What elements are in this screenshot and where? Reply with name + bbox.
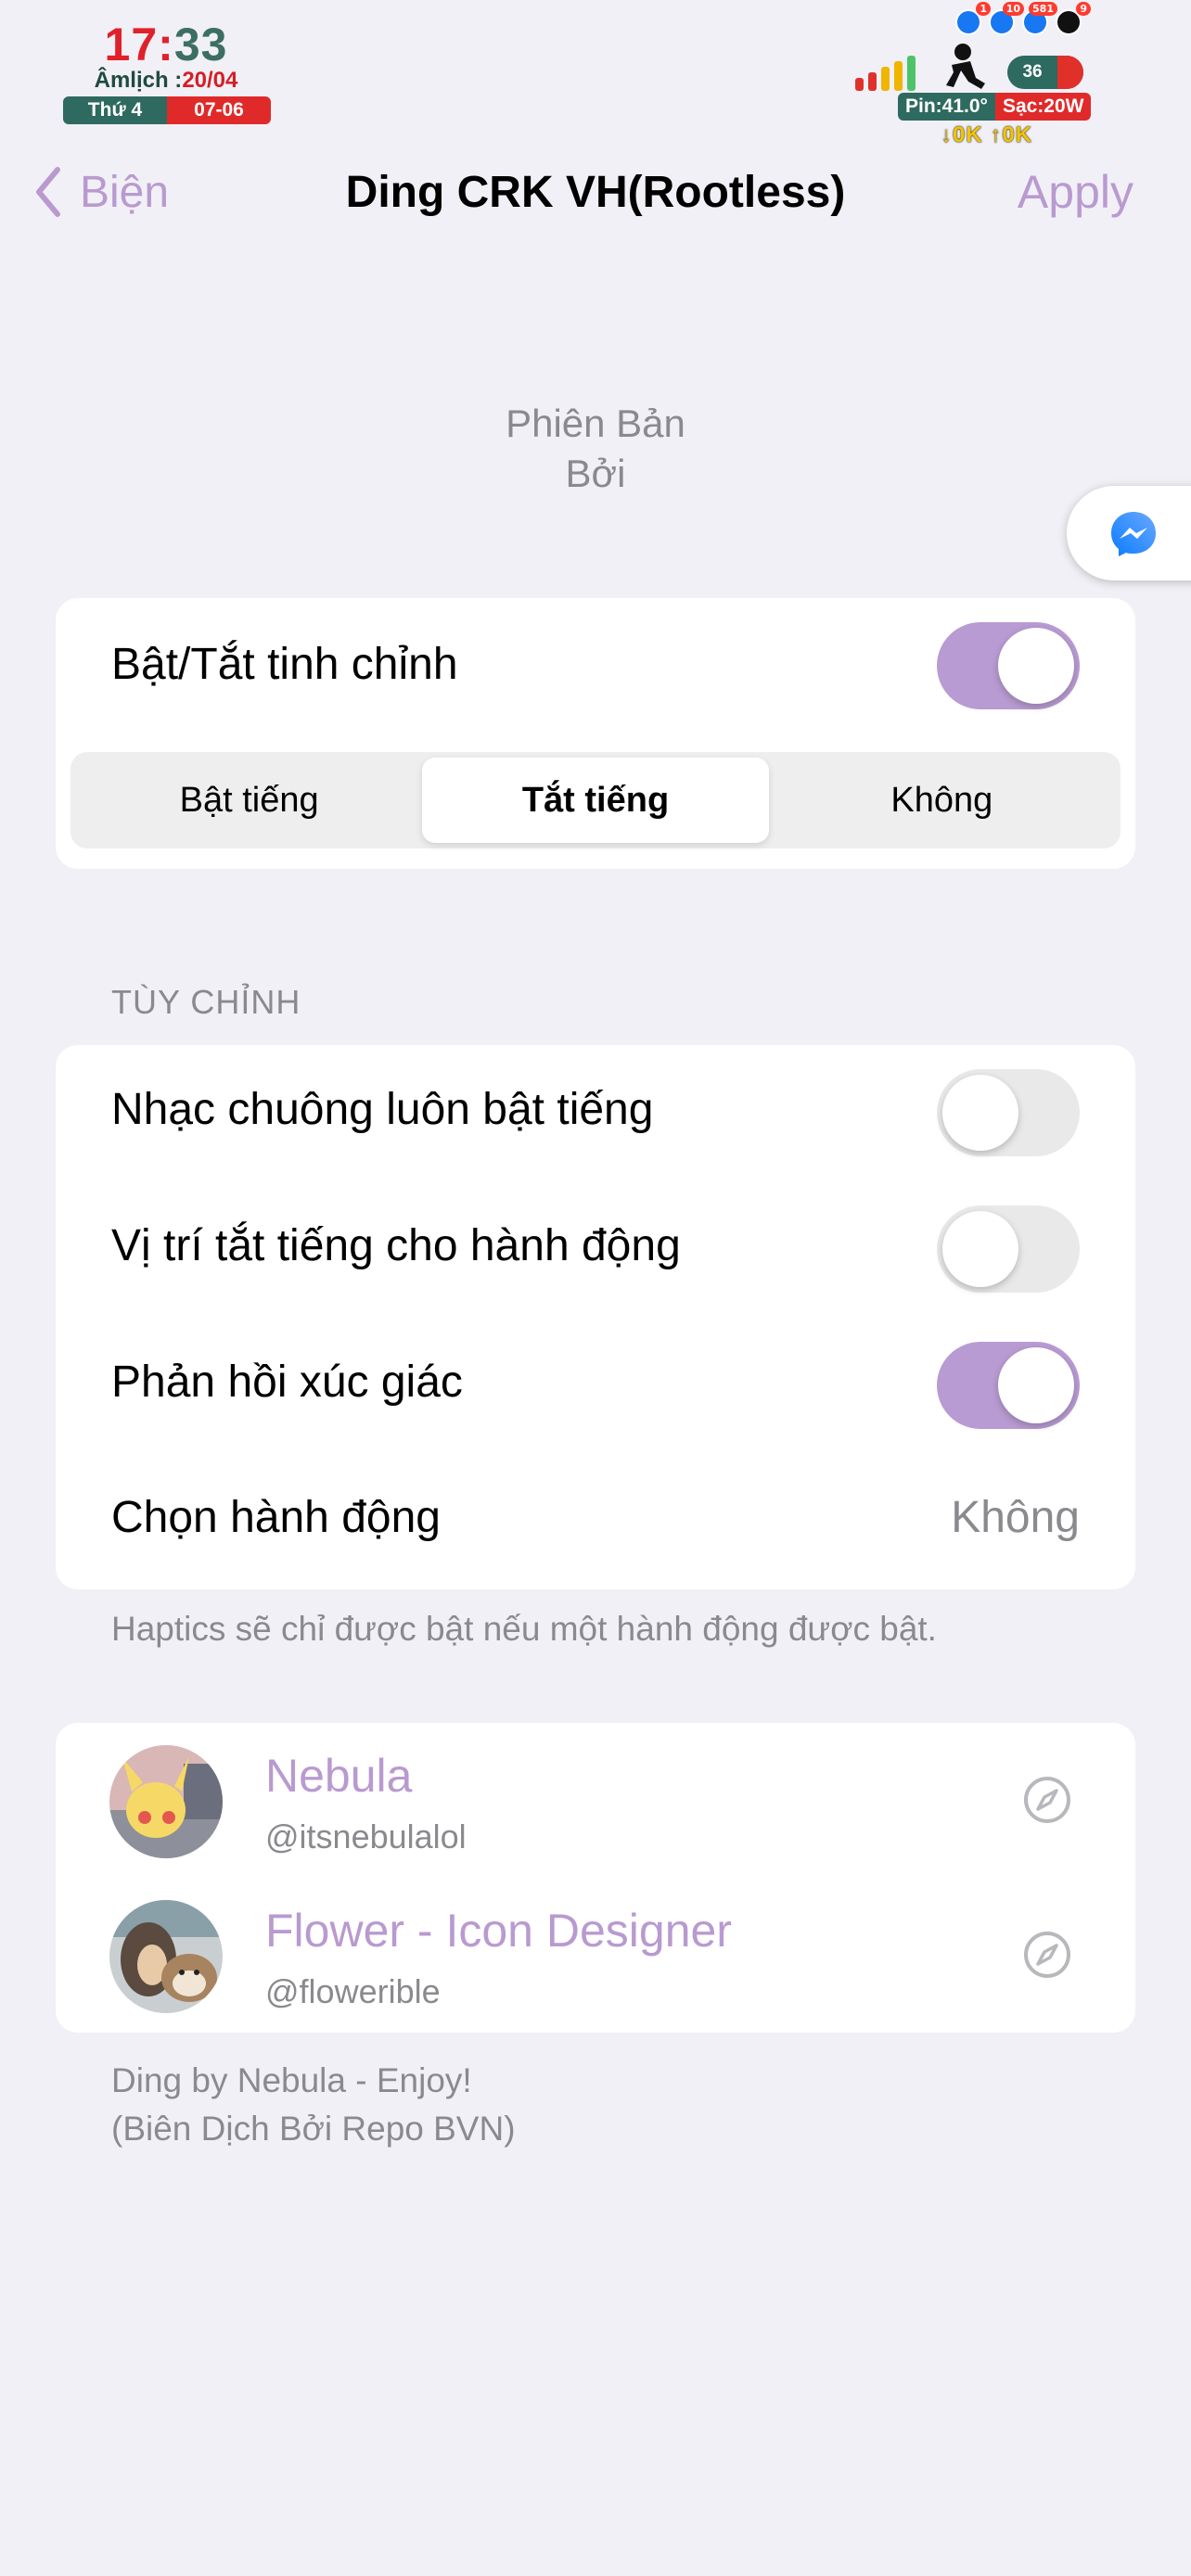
battery-percent: 36: [1022, 62, 1043, 82]
apply-button[interactable]: Apply: [1018, 159, 1133, 224]
credit-name: Nebula: [265, 1750, 413, 1802]
credits-footer: Ding by Nebula - Enjoy! (Biên Dịch Bởi R…: [111, 2057, 516, 2153]
date-row: Thứ 4 07-06: [63, 96, 271, 124]
lunar-date: Âmlịch :20/04: [94, 68, 238, 93]
section-title: TÙY CHỈNH: [111, 983, 301, 1021]
credit-name: Flower - Icon Designer: [265, 1905, 732, 1957]
mute-position-label: Vị trí tắt tiếng cho hành động: [111, 1221, 681, 1270]
ringer-always-on-toggle[interactable]: [937, 1069, 1080, 1156]
mute-position-toggle[interactable]: [937, 1205, 1080, 1293]
notification-icons: 1 10 581 9: [955, 2, 1091, 41]
compass-icon: [1024, 1932, 1070, 1978]
segment-silent[interactable]: Tắt tiếng: [422, 758, 769, 843]
figure-icon: [946, 44, 985, 89]
enable-tweak-label: Bật/Tắt tinh chỉnh: [111, 640, 458, 689]
avatar: [109, 1745, 223, 1858]
haptics-label: Phản hồi xúc giác: [111, 1358, 463, 1407]
charge-watts: Sạc:20W: [994, 93, 1092, 121]
credits-footer-line2: (Biên Dịch Bởi Repo BVN): [111, 2110, 516, 2148]
credits-footer-line1: Ding by Nebula - Enjoy!: [111, 2061, 472, 2099]
version-line: Phiên Bản: [506, 402, 685, 445]
mode-segmented-control: Bật tiếng Tắt tiếng Không: [70, 752, 1121, 848]
weekday-label: Thứ 4: [63, 96, 167, 124]
credit-handle: @floweribl​e: [265, 1972, 441, 2010]
haptics-toggle[interactable]: [937, 1342, 1080, 1429]
clock-time: 17:33: [104, 19, 228, 70]
enable-tweak-toggle[interactable]: [937, 622, 1080, 709]
compass-icon: [1024, 1777, 1070, 1823]
zalo-icon: 581: [1022, 2, 1057, 35]
credit-handle: @itsnebulalol: [265, 1817, 467, 1855]
battery-temp: Pin:41.0°: [898, 93, 995, 121]
battery-info: Pin:41.0° Sạc:20W: [898, 93, 1092, 121]
haptics-footer: Haptics sẽ chỉ được bật nếu một hành độn…: [111, 1610, 937, 1648]
credits-card: Nebula @itsnebulalol Flower - Icon Desig…: [56, 1723, 1135, 2033]
segment-ring[interactable]: Bật tiếng: [76, 758, 422, 843]
signal-bars-icon: [855, 54, 920, 91]
ringer-always-on-label: Nhạc chuông luôn bật tiếng: [111, 1085, 654, 1134]
choose-action-row[interactable]: Chọn hành động Không: [56, 1453, 1135, 1589]
author-line: Bởi: [565, 452, 626, 495]
battery-indicator: 36: [1007, 56, 1083, 89]
credit-row[interactable]: Flower - Icon Designer @floweribl​e: [56, 1878, 1135, 2033]
messenger-icon: [1111, 512, 1156, 556]
version-header: Phiên Bản Bởi: [0, 399, 1191, 499]
custom-settings-card: Nhạc chuông luôn bật tiếng Vị trí tắt ti…: [56, 1045, 1135, 1589]
main-settings-card: Bật/Tắt tinh chỉnh Bật tiếng Tắt tiếng K…: [56, 598, 1135, 869]
choose-action-value: Không: [951, 1493, 1080, 1542]
messenger-bubble[interactable]: [1067, 486, 1191, 580]
messenger-icon: 10: [989, 2, 1024, 35]
net-speed: ↓0K ↑0K: [941, 122, 1033, 147]
segment-none[interactable]: Không: [769, 758, 1115, 843]
date-label: 07-06: [167, 96, 271, 124]
clock-widget: 17:33 Âmlịch :20/04 Thứ 4 07-06: [59, 19, 273, 128]
credit-row[interactable]: Nebula @itsnebulalol: [56, 1723, 1135, 1878]
avatar: [109, 1900, 223, 2013]
tiktok-icon: 9: [1056, 2, 1091, 35]
facebook-icon: 1: [955, 2, 991, 35]
page-title: Ding CRK VH(Rootless): [345, 167, 846, 217]
choose-action-label: Chọn hành động: [111, 1493, 441, 1542]
